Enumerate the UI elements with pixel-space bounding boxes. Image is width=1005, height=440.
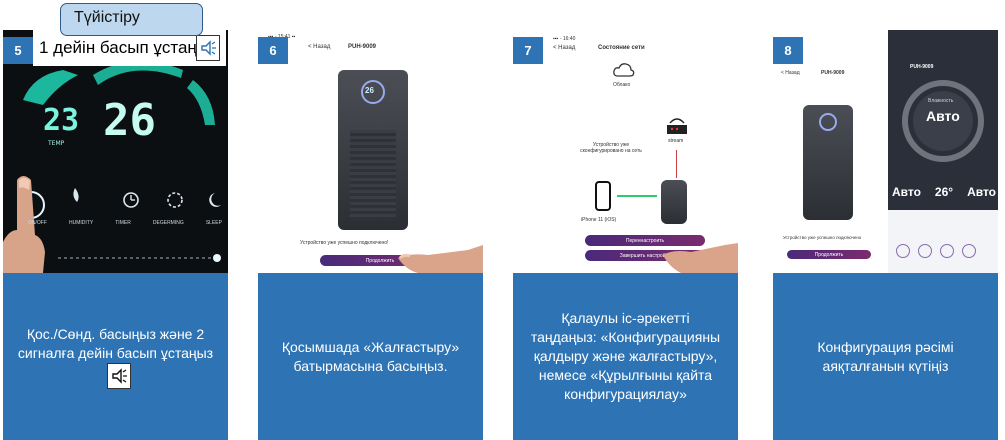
humidifier-image [803,105,853,220]
humidifier-image: 26 [338,70,408,230]
mode-button-2[interactable] [918,244,932,258]
sleep-icon[interactable] [209,193,221,207]
step-8-panel: < Назад PUH-9009 Устройство уже успешно … [773,30,998,440]
status-bar: ▪▪▪ ◦ 16:40 [553,36,576,42]
router-label: stream [668,138,684,144]
connection-line [617,195,657,197]
mode-buttons [888,210,998,273]
device-display: 26 [365,86,374,95]
step-6-number: 6 [258,37,288,64]
svg-text:26: 26 [103,95,156,146]
step-8-number: 8 [773,37,803,64]
stat-temperature: 26° [934,185,954,199]
label-sleep: SLEEP [205,220,222,226]
step-8-caption: Конфигурация рәсімі аяқталғанын күтіңіз [773,273,998,440]
mode-value: Авто [926,108,960,124]
pairing-callout: Түйістіру [60,3,203,36]
network-title: Состояние сети [598,45,645,51]
speaker-icon [196,35,220,61]
step-6-panel: ▪▪▪ ◦ 15:41 ▪▪ < Назад PUH-9009 26 Устро… [258,30,483,440]
label-humidity: HUMIDITY [68,220,94,226]
humidity-icon[interactable] [73,188,79,202]
caption-text: Қосымшада «Жалғастыру» батырмасына басың… [281,338,460,374]
step-7-number: 7 [513,37,543,64]
status-text: Устройство уже успешно подключено [783,235,862,240]
stat-humidity: Авто [892,185,921,199]
label-onoff: ON/OFF [28,220,47,226]
humidifier-image [661,180,687,224]
stats-row: Авто 26° Авто [892,185,996,199]
caption-text: Конфигурация рәсімі аяқталғанын күтіңіз [817,338,954,374]
control-panel-photo: 23 TEMP 26 ON/OFF HUMIDITY TIMER DEGERMI… [3,30,228,273]
app-screen-6: ▪▪▪ ◦ 15:41 ▪▪ < Назад PUH-9009 26 Устро… [258,30,483,273]
mode-button-3[interactable] [940,244,954,258]
model-title: PUH-9009 [348,44,377,50]
right-title: PUH-9009 [910,64,934,70]
right-phone-screen: PUH-9009 Влажность Авто Авто 26° Авто [888,30,998,273]
caption-text: Қос./Сөнд. басыңыз және 2 сигналға дейін… [17,325,214,361]
finger-image [663,243,738,273]
caption-text: Қалаулы іс-әрекетті таңдаңыз: «Конфигура… [530,310,721,402]
left-phone-screen: < Назад PUH-9009 Устройство уже успешно … [773,30,885,273]
phone-label: iPhone 11 (iOS) [581,217,617,223]
configured-text: Устройство уже сконфигурировано на сеть [580,142,642,154]
app-screen-7: ▪▪▪ ◦ 16:40 < Назад Состояние сети Облак… [513,30,738,273]
svg-text:23: 23 [43,103,79,138]
speaker-icon [106,362,131,389]
finger-image [398,245,483,273]
nav-back[interactable]: < Назад [781,70,800,76]
step-5-panel: 23 TEMP 26 ON/OFF HUMIDITY TIMER DEGERMI… [3,30,228,440]
temp-label: TEMP [47,140,65,147]
step-7-panel: ▪▪▪ ◦ 16:40 < Назад Состояние сети Облак… [513,30,738,440]
mode-label: Влажность [928,98,954,104]
mode-button-1[interactable] [896,244,910,258]
mode-button-4[interactable] [962,244,976,258]
step-5-number: 5 [3,37,33,64]
screen-labels: ON/OFF HUMIDITY TIMER DEGERMING SLEEP [13,220,228,226]
label-degerming: DEGERMING [152,220,184,226]
cloud-icon [613,63,635,77]
degerming-icon[interactable] [167,192,183,208]
stat-fan: Авто [967,185,996,199]
nav-back[interactable]: < Назад [308,44,330,50]
step-5-caption: Қос./Сөнд. басыңыз және 2 сигналға дейін… [3,273,228,440]
overlay-text: 1 дейін басып ұстаңыз [39,38,217,57]
model-title: PUH-9009 [821,70,845,76]
humidifier-display: 23 TEMP 26 [3,61,221,273]
continue-button[interactable]: Продолжить [787,250,871,259]
signal-line [676,150,677,178]
step-6-caption: Қосымшада «Жалғастыру» батырмасына басың… [258,273,483,440]
router-icon [667,118,687,134]
step-7-caption: Қалаулы іс-әрекетті таңдаңыз: «Конфигура… [513,273,738,440]
app-screen-8: < Назад PUH-9009 Устройство уже успешно … [773,30,998,273]
nav-back[interactable]: < Назад [553,45,575,51]
status-text: Устройство уже успешно подключено! [300,240,389,246]
label-timer: TIMER [115,220,131,226]
cloud-label: Облако [613,82,631,88]
phone-icon [595,181,611,211]
